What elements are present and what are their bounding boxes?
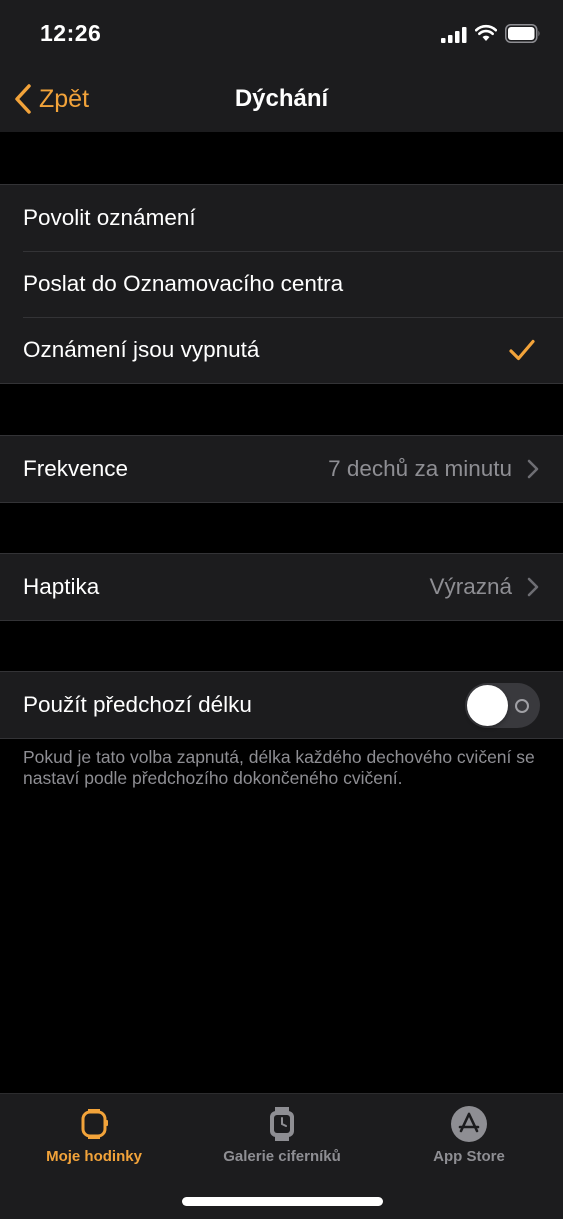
- watch-face-gallery-icon: [270, 1107, 294, 1141]
- page-title: Dýchání: [234, 85, 329, 112]
- frequency-group: Frekvence 7 dechů za minutu: [0, 435, 563, 503]
- haptics-group: Haptika Výrazná: [0, 553, 563, 621]
- previous-length-label: Použít předchozí délku: [23, 692, 252, 717]
- frequency-value: 7 dechů za minutu: [328, 456, 512, 481]
- option-send-to-notification-center[interactable]: Poslat do Oznamovacího centra: [0, 251, 563, 317]
- watch-icon: [81, 1109, 108, 1139]
- option-notifications-off[interactable]: Oznámení jsou vypnutá: [0, 317, 563, 383]
- previous-length-toggle[interactable]: [465, 682, 540, 728]
- haptics-label: Haptika: [23, 574, 100, 599]
- tab-label: App Store: [433, 1148, 505, 1165]
- wifi-icon: [475, 24, 497, 41]
- home-indicator[interactable]: [182, 1197, 383, 1206]
- haptics-row[interactable]: Haptika Výrazná: [0, 554, 563, 620]
- previous-length-footnote: Pokud je tato volba zapnutá, délka každé…: [23, 747, 535, 788]
- notifications-group: Povolit oznámení Poslat do Oznamovacího …: [0, 184, 563, 384]
- previous-length-row: Použít předchozí délku: [0, 672, 563, 738]
- tab-app-store[interactable]: App Store: [375, 1104, 563, 1165]
- haptics-value: Výrazná: [429, 574, 512, 599]
- option-label: Poslat do Oznamovacího centra: [23, 271, 344, 296]
- option-allow-notifications[interactable]: Povolit oznámení: [0, 185, 563, 251]
- cellular-signal-icon: [441, 27, 467, 43]
- frequency-row[interactable]: Frekvence 7 dechů za minutu: [0, 436, 563, 502]
- app-store-icon: [451, 1106, 487, 1142]
- chevron-right-icon: [527, 577, 539, 597]
- tab-label: Galerie ciferníků: [223, 1148, 341, 1165]
- frequency-label: Frekvence: [23, 456, 129, 481]
- tab-watch-face-gallery[interactable]: Galerie ciferníků: [188, 1104, 376, 1165]
- status-bar: 12:26: [0, 0, 563, 66]
- tab-label: Moje hodinky: [46, 1148, 142, 1165]
- previous-length-group: Použít předchozí délku: [0, 671, 563, 739]
- option-label: Povolit oznámení: [23, 205, 196, 230]
- navigation-bar: Zpět Dýchání: [0, 66, 563, 132]
- battery-icon: [505, 24, 540, 43]
- tab-my-watch[interactable]: Moje hodinky: [0, 1104, 188, 1165]
- option-label: Oznámení jsou vypnutá: [23, 337, 260, 362]
- toggle-knob: [467, 684, 508, 726]
- checkmark-icon: [509, 339, 535, 361]
- toggle-off-indicator-icon: [515, 698, 529, 713]
- status-time: 12:26: [40, 20, 102, 46]
- chevron-right-icon: [527, 459, 539, 479]
